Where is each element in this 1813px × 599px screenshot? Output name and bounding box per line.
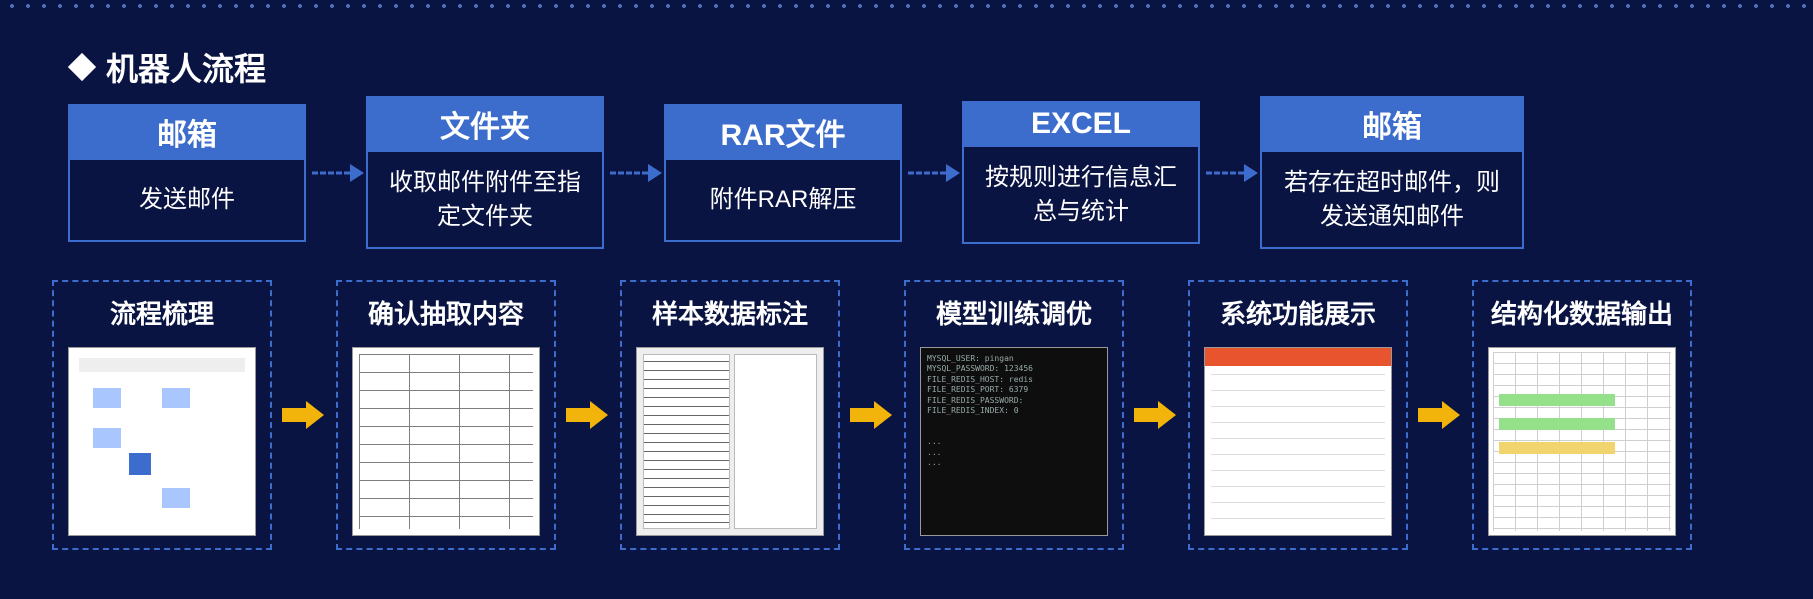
flow-step-3-body: 附件RAR解压 [666, 160, 900, 240]
flow-step-1-body: 发送邮件 [70, 160, 304, 240]
flow-step-5: 邮箱 若存在超时邮件，则发送通知邮件 [1260, 96, 1524, 249]
flow-step-2: 文件夹 收取邮件附件至指定文件夹 [366, 96, 604, 249]
flow-step-4-head: EXCEL [964, 103, 1198, 147]
flow-step-1-head: 邮箱 [70, 106, 304, 160]
stage-6: 结构化数据输出 [1472, 280, 1692, 550]
stage-2-thumb [352, 347, 540, 536]
stage-3: 样本数据标注 [620, 280, 840, 550]
arrow-icon [1412, 415, 1468, 416]
arrow-icon [606, 172, 662, 173]
arrow-icon [904, 172, 960, 173]
stage-4-title: 模型训练调优 [936, 294, 1092, 331]
stage-row: 流程梳理 确认抽取内容 样本数据标注 模型训练调优 MYSQL_USER: pi… [52, 280, 1692, 550]
arrow-icon [1128, 415, 1184, 416]
stage-6-thumb [1488, 347, 1676, 536]
stage-4-thumb: MYSQL_USER: pingan MYSQL_PASSWORD: 12345… [920, 347, 1108, 536]
flow-step-5-body: 若存在超时邮件，则发送通知邮件 [1262, 152, 1522, 247]
flow-step-5-head: 邮箱 [1262, 98, 1522, 152]
flow-step-2-head: 文件夹 [368, 98, 602, 152]
flow-step-2-body: 收取邮件附件至指定文件夹 [368, 152, 602, 247]
arrow-icon [844, 415, 900, 416]
diamond-icon [68, 53, 96, 81]
stage-2-title: 确认抽取内容 [368, 294, 524, 331]
flow-step-4-body: 按规则进行信息汇总与统计 [964, 147, 1198, 242]
section-title: 机器人流程 [72, 44, 266, 90]
stage-3-thumb [636, 347, 824, 536]
stage-1-title: 流程梳理 [110, 294, 214, 331]
stage-6-title: 结构化数据输出 [1491, 294, 1673, 331]
stage-4: 模型训练调优 MYSQL_USER: pingan MYSQL_PASSWORD… [904, 280, 1124, 550]
decorative-dots [0, 0, 1813, 8]
arrow-icon [308, 172, 364, 173]
stage-2: 确认抽取内容 [336, 280, 556, 550]
stage-5-title: 系统功能展示 [1220, 294, 1376, 331]
stage-1-thumb [68, 347, 256, 536]
arrow-icon [1202, 172, 1258, 173]
title-text: 机器人流程 [106, 44, 266, 90]
arrow-icon [560, 415, 616, 416]
stage-1: 流程梳理 [52, 280, 272, 550]
stage-5-thumb [1204, 347, 1392, 536]
flow-step-4: EXCEL 按规则进行信息汇总与统计 [962, 101, 1200, 244]
flow-step-1: 邮箱 发送邮件 [68, 104, 306, 242]
stage-5: 系统功能展示 [1188, 280, 1408, 550]
flow-step-3: RAR文件 附件RAR解压 [664, 104, 902, 242]
flow-step-3-head: RAR文件 [666, 106, 900, 160]
flow-row: 邮箱 发送邮件 文件夹 收取邮件附件至指定文件夹 RAR文件 附件RAR解压 E… [68, 96, 1524, 249]
stage-3-title: 样本数据标注 [652, 294, 808, 331]
arrow-icon [276, 415, 332, 416]
